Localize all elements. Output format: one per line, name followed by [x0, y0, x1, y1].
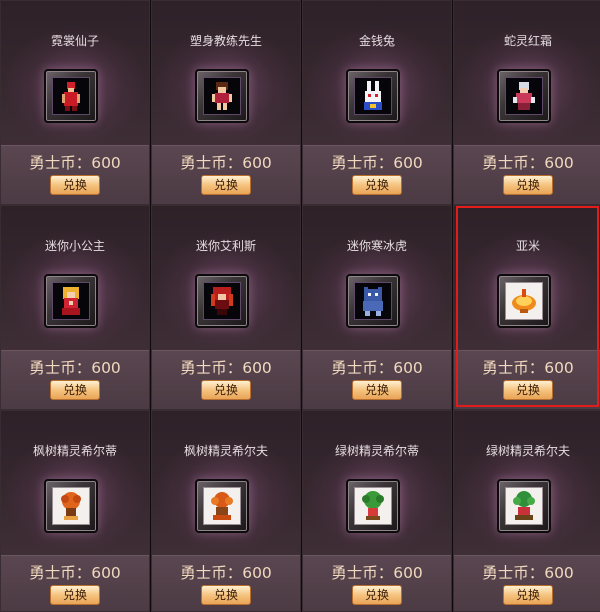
princess-sprite-icon: [52, 282, 90, 320]
reward-card: 迷你小公主 勇士币：600 兑换: [0, 205, 150, 410]
item-frame: [346, 274, 400, 328]
price-label: 勇士币：600: [331, 154, 423, 172]
reward-card: 塑身教练先生 勇士币：600 兑换: [151, 0, 301, 205]
item-frame: [195, 274, 249, 328]
reward-card: 蛇灵红霜 勇士币：600 兑换: [453, 0, 600, 205]
elis-sprite-icon: [203, 282, 241, 320]
exchange-button[interactable]: 兑换: [201, 175, 251, 195]
item-frame: [44, 479, 98, 533]
reward-card: 绿树精灵希尔蒂 勇士币：600 兑换: [302, 410, 452, 612]
item-name: 塑身教练先生: [189, 34, 262, 48]
item-name: 金钱兔: [358, 34, 395, 48]
exchange-button[interactable]: 兑换: [503, 175, 553, 195]
price-label: 勇士币：600: [331, 564, 423, 582]
maple-spirit-sprite-icon: [52, 487, 90, 525]
coach-sprite-icon: [203, 77, 241, 115]
price-label: 勇士币：600: [29, 359, 121, 377]
green-tree-spirit-sprite-icon: [354, 487, 392, 525]
green-tree-spirit-sprite-icon: [505, 487, 543, 525]
price-label: 勇士币：600: [482, 564, 574, 582]
reward-grid: 霓裳仙子 勇士币：600 兑换 塑身教练先生 勇士币：600 兑换 金钱兔 勇士…: [0, 0, 600, 612]
exchange-button[interactable]: 兑换: [352, 175, 402, 195]
price-label: 勇士币：600: [482, 359, 574, 377]
reward-card: 霓裳仙子 勇士币：600 兑换: [0, 0, 150, 205]
item-frame: [497, 274, 551, 328]
item-frame: [346, 479, 400, 533]
snake-spirit-sprite-icon: [505, 77, 543, 115]
price-label: 勇士币：600: [29, 154, 121, 172]
exchange-button[interactable]: 兑换: [503, 380, 553, 400]
price-label: 勇士币：600: [482, 154, 574, 172]
yami-sprite-icon: [505, 282, 543, 320]
price-label: 勇士币：600: [180, 154, 272, 172]
item-name: 绿树精灵希尔夫: [485, 444, 570, 458]
exchange-button[interactable]: 兑换: [352, 585, 402, 605]
reward-card: 枫树精灵希尔蒂 勇士币：600 兑换: [0, 410, 150, 612]
ice-tiger-sprite-icon: [354, 282, 392, 320]
reward-card: 迷你寒冰虎 勇士币：600 兑换: [302, 205, 452, 410]
item-name: 迷你小公主: [44, 239, 105, 253]
price-label: 勇士币：600: [29, 564, 121, 582]
item-name: 枫树精灵希尔蒂: [32, 444, 117, 458]
item-frame: [44, 274, 98, 328]
reward-card: 金钱兔 勇士币：600 兑换: [302, 0, 452, 205]
price-label: 勇士币：600: [180, 359, 272, 377]
reward-card-selected: 亚米 勇士币：600 兑换: [453, 205, 600, 410]
item-frame: [44, 69, 98, 123]
exchange-button[interactable]: 兑换: [201, 585, 251, 605]
item-frame: [195, 479, 249, 533]
item-name: 迷你寒冰虎: [346, 239, 407, 253]
item-frame: [497, 479, 551, 533]
item-frame: [346, 69, 400, 123]
maple-spirit-sprite-icon: [203, 487, 241, 525]
rabbit-sprite-icon: [354, 77, 392, 115]
item-name: 亚米: [515, 239, 540, 253]
item-name: 枫树精灵希尔夫: [183, 444, 268, 458]
item-frame: [195, 69, 249, 123]
price-label: 勇士币：600: [180, 564, 272, 582]
item-name: 蛇灵红霜: [503, 34, 552, 48]
item-name: 绿树精灵希尔蒂: [334, 444, 419, 458]
exchange-button[interactable]: 兑换: [50, 175, 100, 195]
item-frame: [497, 69, 551, 123]
reward-card: 绿树精灵希尔夫 勇士币：600 兑换: [453, 410, 600, 612]
item-name: 迷你艾利斯: [195, 239, 256, 253]
exchange-button[interactable]: 兑换: [352, 380, 402, 400]
price-label: 勇士币：600: [331, 359, 423, 377]
exchange-button[interactable]: 兑换: [50, 380, 100, 400]
reward-card: 枫树精灵希尔夫 勇士币：600 兑换: [151, 410, 301, 612]
exchange-button[interactable]: 兑换: [201, 380, 251, 400]
exchange-button[interactable]: 兑换: [50, 585, 100, 605]
item-name: 霓裳仙子: [50, 34, 99, 48]
fairy-sprite-icon: [52, 77, 90, 115]
exchange-button[interactable]: 兑换: [503, 585, 553, 605]
reward-card: 迷你艾利斯 勇士币：600 兑换: [151, 205, 301, 410]
